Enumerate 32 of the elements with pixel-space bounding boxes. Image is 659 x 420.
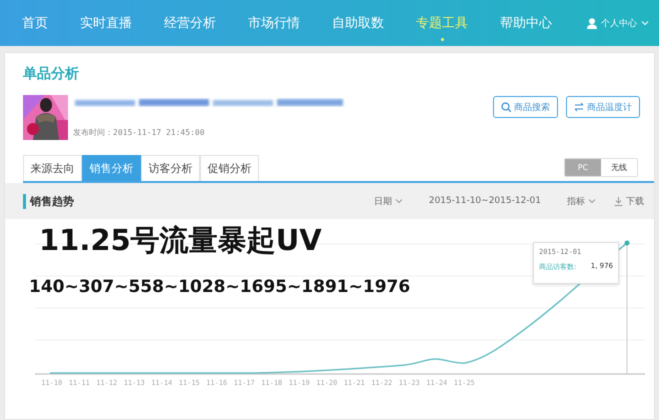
nav-item[interactable]: 专题工具 <box>416 14 468 32</box>
caret-icon[interactable] <box>394 198 403 204</box>
nav-item[interactable]: 自助取数 <box>332 14 384 32</box>
metric-dropdown[interactable]: 指标 <box>567 194 585 208</box>
page-title: 单品分析 <box>22 65 80 83</box>
annotation-text: 140~307~558~1028~1695~1891~1976 <box>29 277 410 297</box>
section-title: 销售趋势 <box>23 194 74 208</box>
tab[interactable]: 销售分析 <box>82 155 141 181</box>
date-range[interactable]: 2015-11-10~2015-12-01 <box>428 196 541 206</box>
tab[interactable]: 来源去向 <box>23 155 82 181</box>
search-button[interactable]: 商品搜索 <box>493 96 558 118</box>
thermometer-button[interactable]: 商品温度计 <box>566 96 640 118</box>
nav-item[interactable]: 帮助中心 <box>500 14 552 32</box>
caret-icon[interactable] <box>588 198 596 204</box>
swap-arrows-icon <box>574 102 584 112</box>
active-dot <box>440 38 444 41</box>
search-icon <box>501 102 511 112</box>
tab[interactable]: 访客分析 <box>141 155 200 181</box>
device-toggle[interactable]: PC <box>565 158 601 176</box>
nav-item[interactable]: 市场行情 <box>248 14 300 32</box>
download-icon[interactable] <box>614 196 623 206</box>
tab[interactable]: 促销分析 <box>200 155 259 181</box>
annotation-text: 11.25号流量暴起UV <box>39 222 322 259</box>
nav-item[interactable]: 实时直播 <box>80 14 132 32</box>
download-link[interactable]: 下载 <box>626 194 644 208</box>
nav-item[interactable]: 经营分析 <box>164 14 216 32</box>
publish-time: 发布时间：2015-11-17 21:45:00 <box>73 127 206 138</box>
user-menu-link[interactable]: 个人中心 <box>601 16 637 30</box>
date-dropdown[interactable]: 日期 <box>374 194 392 208</box>
data-point <box>624 240 630 246</box>
user-icon <box>587 18 597 28</box>
nav-item[interactable]: 首页 <box>22 14 48 32</box>
